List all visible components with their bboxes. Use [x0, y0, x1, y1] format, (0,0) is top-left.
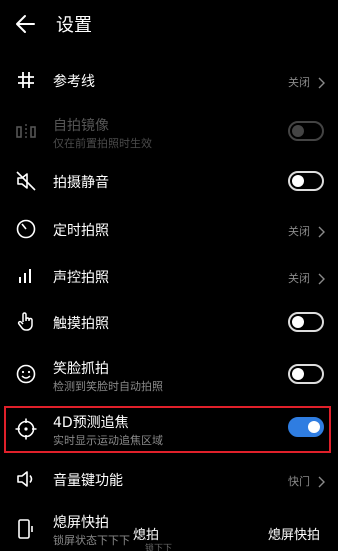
setting-row-voice[interactable]: 声控拍照 关闭: [0, 251, 338, 301]
setting-row-mute[interactable]: 拍摄静音: [0, 156, 338, 206]
setting-subtitle: 仅在前置拍照时生效: [53, 137, 152, 150]
setting-label: 声控拍照: [53, 270, 109, 286]
setting-label: 触摸拍照: [53, 316, 109, 332]
setting-label: 自拍镜像: [53, 118, 109, 134]
mirror-icon: [14, 120, 38, 144]
screen-off-icon: [14, 517, 38, 541]
setting-value: 关闭: [288, 272, 310, 285]
chevron-right-icon: [316, 223, 326, 238]
setting-row-timer[interactable]: 定时拍照 关闭: [0, 204, 338, 254]
page-title: 设置: [56, 15, 92, 36]
smile-capture-toggle[interactable]: [288, 364, 324, 384]
setting-label: 笑脸抓拍: [53, 361, 109, 377]
selfie-mirror-toggle[interactable]: [288, 121, 324, 141]
setting-label: 拍摄静音: [53, 175, 109, 191]
setting-row-volume-key[interactable]: 音量键功能 快门: [0, 454, 338, 504]
volume-icon: [14, 467, 38, 491]
grid-hash-icon: [14, 68, 38, 92]
back-button[interactable]: [12, 10, 40, 38]
setting-subtitle: 检测到笑脸时自动拍照: [53, 380, 163, 393]
setting-label: 参考线: [53, 74, 95, 90]
highlight-box: [4, 406, 331, 453]
chevron-right-icon: [316, 270, 326, 285]
setting-row-smile[interactable]: 笑脸抓拍 检测到笑脸时自动拍照: [0, 349, 338, 399]
mute-speaker-icon: [14, 169, 38, 193]
watermark: 锁下下: [145, 544, 173, 551]
arrow-left-icon: [16, 15, 35, 33]
setting-row-selfie-mirror[interactable]: 自拍镜像 仅在前置拍照时生效: [0, 106, 338, 156]
chevron-right-icon: [316, 473, 326, 488]
timer-icon: [14, 217, 38, 241]
mute-toggle[interactable]: [288, 171, 324, 191]
setting-row-touch[interactable]: 触摸拍照: [0, 297, 338, 347]
setting-label: 音量键功能: [53, 473, 123, 489]
setting-label: 熄屏快拍: [53, 515, 109, 531]
sound-bars-icon: [14, 264, 38, 288]
touch-hand-icon: [14, 310, 38, 334]
setting-subtitle: 锁屏状态下下下: [53, 534, 130, 547]
bottom-overlay-right: 熄屏快拍: [268, 528, 321, 543]
setting-value: 快门: [288, 475, 310, 488]
setting-value: 关闭: [288, 225, 310, 238]
chevron-right-icon: [316, 74, 326, 89]
setting-value: 关闭: [288, 76, 310, 89]
touch-capture-toggle[interactable]: [288, 312, 324, 332]
setting-label: 定时拍照: [53, 223, 109, 239]
setting-row-grid[interactable]: 参考线 关闭: [0, 55, 338, 105]
header-bar: 设置: [0, 0, 338, 50]
smile-face-icon: [14, 362, 38, 386]
